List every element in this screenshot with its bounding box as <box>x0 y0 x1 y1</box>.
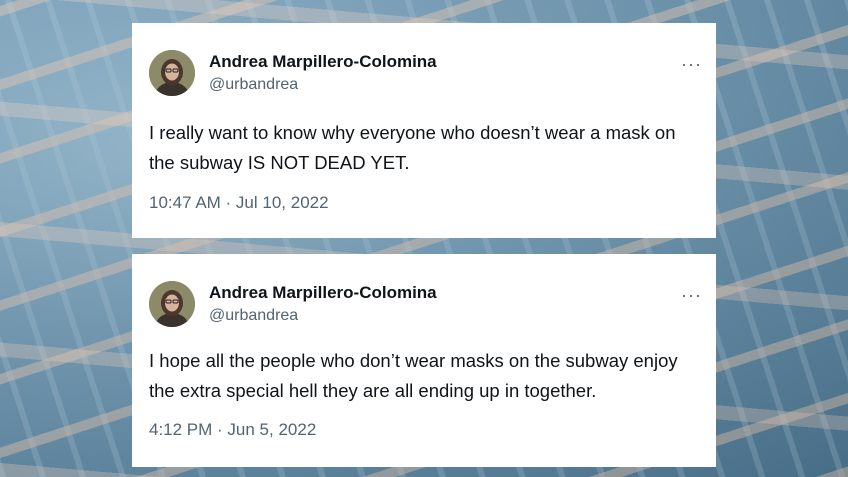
more-options-icon[interactable]: ··· <box>681 286 702 304</box>
avatar-photo-icon <box>149 50 195 96</box>
tweet-text: I hope all the people who don’t wear mas… <box>149 350 678 401</box>
tweet-timestamp[interactable]: 4:12 PM · Jun 5, 2022 <box>149 420 316 440</box>
avatar[interactable] <box>149 50 195 96</box>
author-name[interactable]: Andrea Marpillero-Colomina <box>209 52 437 72</box>
tweet-timestamp[interactable]: 10:47 AM · Jul 10, 2022 <box>149 193 329 213</box>
avatar[interactable] <box>149 281 195 327</box>
more-options-icon[interactable]: ··· <box>681 55 702 73</box>
tweet-text: I really want to know why everyone who d… <box>149 122 676 173</box>
author-handle[interactable]: @urbandrea <box>209 76 298 94</box>
tweet-card-1: Andrea Marpillero-Colomina @urbandrea ··… <box>132 23 716 238</box>
author-name[interactable]: Andrea Marpillero-Colomina <box>209 283 437 303</box>
tweet-card-2: Andrea Marpillero-Colomina @urbandrea ··… <box>132 254 716 467</box>
author-handle[interactable]: @urbandrea <box>209 307 298 325</box>
avatar-photo-icon <box>149 281 195 327</box>
